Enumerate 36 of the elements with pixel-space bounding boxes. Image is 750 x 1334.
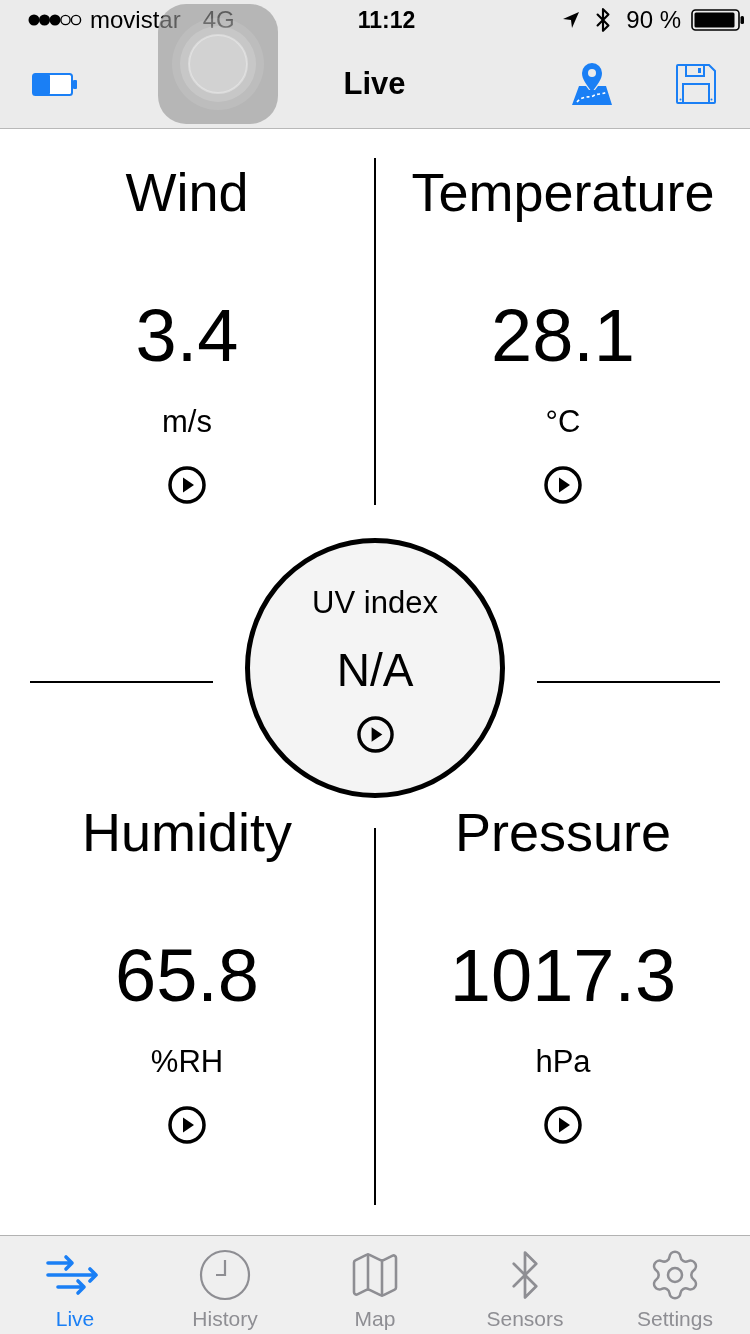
reading-unit: %RH — [150, 1044, 224, 1080]
reading-title: Pressure — [454, 802, 672, 862]
network-type: 4G — [202, 5, 235, 35]
play-circle-icon[interactable] — [168, 1106, 206, 1144]
tab-bar-item[interactable]: History — [150, 1236, 300, 1334]
reading-title: Wind — [125, 162, 249, 222]
reading-unit: m/s — [162, 404, 212, 440]
play-circle-icon[interactable] — [544, 466, 582, 504]
signal-strength-icon — [28, 13, 82, 27]
map-pin-icon[interactable] — [571, 62, 613, 106]
location-arrow-icon — [562, 11, 581, 29]
tab-bar-item[interactable]: Map — [300, 1236, 450, 1334]
uv-title: UV index — [312, 584, 438, 622]
reading-value: 3.4 — [135, 296, 239, 376]
play-circle-icon[interactable] — [544, 1106, 582, 1144]
battery-percentage: 90 % — [626, 5, 681, 35]
uv-value: N/A — [336, 643, 414, 697]
carrier-name: movistar — [90, 5, 181, 35]
status-time: 11:12 — [357, 6, 416, 35]
reading-value: 65.8 — [115, 936, 259, 1016]
reading-unit: hPa — [535, 1044, 591, 1080]
battery-icon[interactable] — [32, 72, 77, 96]
nav-title: Live — [343, 65, 406, 103]
reading-value: 28.1 — [491, 296, 635, 376]
play-circle-icon[interactable] — [356, 716, 394, 753]
reading-unit: °C — [545, 404, 581, 440]
reading-title: Humidity — [81, 802, 292, 862]
reading-value: 1017.3 — [449, 936, 677, 1016]
play-circle-icon[interactable] — [168, 466, 206, 504]
battery-icon — [691, 9, 745, 31]
reading-title: Temperature — [411, 162, 715, 222]
tab-bar-item[interactable]: Sensors — [450, 1236, 600, 1334]
tab-bar-item[interactable]: Live — [0, 1236, 150, 1334]
tab-bar-item[interactable]: Settings — [600, 1236, 750, 1334]
save-icon[interactable] — [675, 63, 717, 105]
clock-icon — [199, 1249, 251, 1301]
